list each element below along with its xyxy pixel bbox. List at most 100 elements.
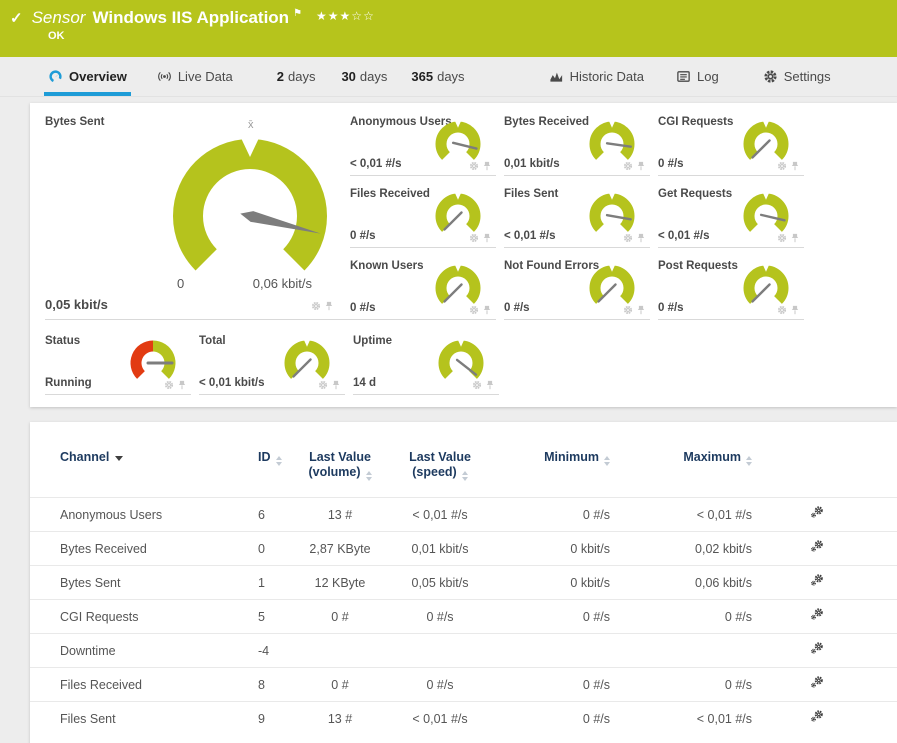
gear-icon bbox=[763, 69, 778, 84]
table-row: Files Sent 9 13 # < 0,01 #/s 0 #/s < 0,0… bbox=[30, 701, 897, 735]
column-header-last-value-speed[interactable]: Last Value (speed) bbox=[385, 450, 495, 498]
gauge-tile-uptime[interactable]: Uptime 14 d bbox=[353, 330, 499, 395]
tab-number: 30 bbox=[341, 69, 356, 84]
gauge-tile-cgi-requests[interactable]: CGI Requests 0 #/s bbox=[658, 111, 804, 176]
tab-label: days bbox=[359, 69, 388, 84]
chart-icon bbox=[549, 69, 564, 84]
pin-icon[interactable] bbox=[636, 161, 646, 171]
ok-check-icon: ✓ bbox=[10, 10, 23, 27]
gear-icon[interactable] bbox=[472, 380, 482, 390]
sort-icon bbox=[365, 471, 372, 481]
gear-icon[interactable] bbox=[777, 305, 787, 315]
broadcast-icon bbox=[157, 69, 172, 84]
channel-settings-icon[interactable] bbox=[810, 608, 824, 622]
primary-gauge-tile[interactable]: Bytes Sent x̄ 0 0,06 kbit/s 0,05 kbit/s bbox=[45, 111, 350, 320]
gauge-max-label: 0,06 kbit/s bbox=[252, 276, 312, 291]
channel-settings-icon[interactable] bbox=[810, 710, 824, 724]
gear-icon[interactable] bbox=[469, 161, 479, 171]
gear-icon[interactable] bbox=[777, 161, 787, 171]
gear-icon[interactable] bbox=[164, 380, 174, 390]
gauge-tile-bytes-received[interactable]: Bytes Received 0,01 kbit/s bbox=[504, 111, 650, 176]
table-row: Files Received 8 0 # 0 #/s 0 #/s 0 #/s bbox=[30, 667, 897, 702]
channel-settings-icon[interactable] bbox=[810, 642, 824, 656]
cell-id: 0 bbox=[225, 531, 295, 566]
column-header-minimum[interactable]: Minimum bbox=[495, 450, 610, 498]
tab-live-data[interactable]: Live Data bbox=[157, 57, 233, 96]
cell-last-value-volume: 0 # bbox=[295, 599, 385, 634]
gauge-value: < 0,01 kbit/s bbox=[199, 377, 265, 389]
gear-icon[interactable] bbox=[777, 233, 787, 243]
gauge-tile-not-found-errors[interactable]: Not Found Errors 0 #/s bbox=[504, 255, 650, 320]
prtg-sensor-page: ✓ Sensor Windows IIS Application ⚑ ★★★☆☆… bbox=[0, 0, 897, 743]
log-icon bbox=[676, 69, 691, 84]
gauge-tile-anonymous-users[interactable]: Anonymous Users < 0,01 #/s bbox=[350, 111, 496, 176]
gauge-value: 0 #/s bbox=[350, 230, 376, 242]
tab-label: Historic Data bbox=[569, 69, 644, 84]
pin-icon[interactable] bbox=[636, 305, 646, 315]
channel-settings-icon[interactable] bbox=[810, 574, 824, 588]
gauge-tile-post-requests[interactable]: Post Requests 0 #/s bbox=[658, 255, 804, 320]
cell-minimum: 0 #/s bbox=[495, 667, 610, 702]
gauge-title: Bytes Received bbox=[504, 116, 590, 128]
gauge-value: 0,05 kbit/s bbox=[45, 297, 108, 312]
gauge-title: Uptime bbox=[353, 335, 392, 347]
gear-icon[interactable] bbox=[469, 233, 479, 243]
pin-icon[interactable] bbox=[331, 380, 341, 390]
tab-label: Overview bbox=[69, 69, 127, 84]
channel-settings-icon[interactable] bbox=[810, 540, 824, 554]
sorted-desc-icon bbox=[115, 456, 124, 461]
pin-icon[interactable] bbox=[636, 233, 646, 243]
pin-icon[interactable] bbox=[324, 301, 334, 311]
column-header-last-value-volume[interactable]: Last Value (volume) bbox=[295, 450, 385, 498]
tab-overview[interactable]: Overview bbox=[44, 57, 131, 96]
gear-icon[interactable] bbox=[311, 301, 321, 311]
cell-last-value-volume: 12 KByte bbox=[295, 565, 385, 600]
gear-icon[interactable] bbox=[623, 233, 633, 243]
gauge-tile-get-requests[interactable]: Get Requests < 0,01 #/s bbox=[658, 183, 804, 248]
tab-2-days[interactable]: 2 days bbox=[277, 57, 316, 96]
cell-id: -4 bbox=[225, 633, 295, 668]
table-row: CGI Requests 5 0 # 0 #/s 0 #/s 0 #/s bbox=[30, 599, 897, 634]
pin-icon[interactable] bbox=[790, 305, 800, 315]
cell-last-value-volume: 13 # bbox=[295, 497, 385, 532]
gauge-title: Bytes Sent bbox=[45, 116, 105, 128]
gear-icon[interactable] bbox=[623, 161, 633, 171]
gauge-title: Status bbox=[45, 335, 81, 347]
gauge-tile-files-sent[interactable]: Files Sent < 0,01 #/s bbox=[504, 183, 650, 248]
gear-icon[interactable] bbox=[623, 305, 633, 315]
pin-icon[interactable] bbox=[482, 161, 492, 171]
cell-last-value-volume: 0 # bbox=[295, 667, 385, 702]
tab-30-days[interactable]: 30 days bbox=[341, 57, 387, 96]
column-header-id[interactable]: ID bbox=[225, 450, 295, 498]
pin-icon[interactable] bbox=[177, 380, 187, 390]
priority-flag-icon: ⚑ bbox=[293, 8, 303, 19]
pin-icon[interactable] bbox=[790, 233, 800, 243]
pin-icon[interactable] bbox=[482, 233, 492, 243]
gauges-panel: Bytes Sent x̄ 0 0,06 kbit/s 0,05 kbit/s … bbox=[30, 103, 897, 407]
gauge-tile-known-users[interactable]: Known Users 0 #/s bbox=[350, 255, 496, 320]
tab-historic-data[interactable]: Historic Data bbox=[549, 57, 644, 96]
sort-icon bbox=[746, 456, 752, 466]
pin-icon[interactable] bbox=[482, 305, 492, 315]
cell-last-value-speed: 0 #/s bbox=[385, 667, 495, 702]
sort-icon bbox=[604, 456, 610, 466]
gauge-red-zone bbox=[130, 340, 154, 379]
pin-icon[interactable] bbox=[790, 161, 800, 171]
channel-settings-icon[interactable] bbox=[810, 676, 824, 690]
tab-365-days[interactable]: 365 days bbox=[411, 57, 464, 96]
channel-settings-icon[interactable] bbox=[810, 506, 824, 520]
gauge-tile-status[interactable]: Status Running bbox=[45, 330, 191, 395]
column-header-maximum[interactable]: Maximum bbox=[610, 450, 752, 498]
tab-settings[interactable]: Settings bbox=[763, 57, 831, 96]
cell-maximum bbox=[610, 633, 752, 668]
sensor-kind-label: Sensor bbox=[31, 8, 86, 27]
gear-icon[interactable] bbox=[318, 380, 328, 390]
gear-icon[interactable] bbox=[469, 305, 479, 315]
column-header-channel[interactable]: Channel bbox=[30, 450, 225, 498]
priority-stars[interactable]: ★★★☆☆ bbox=[316, 9, 375, 23]
pin-icon[interactable] bbox=[485, 380, 495, 390]
gauge-tile-files-received[interactable]: Files Received 0 #/s bbox=[350, 183, 496, 248]
gauge-tile-total[interactable]: Total < 0,01 kbit/s bbox=[199, 330, 345, 395]
tab-log[interactable]: Log bbox=[676, 57, 719, 96]
gauge-title: Total bbox=[199, 335, 226, 347]
